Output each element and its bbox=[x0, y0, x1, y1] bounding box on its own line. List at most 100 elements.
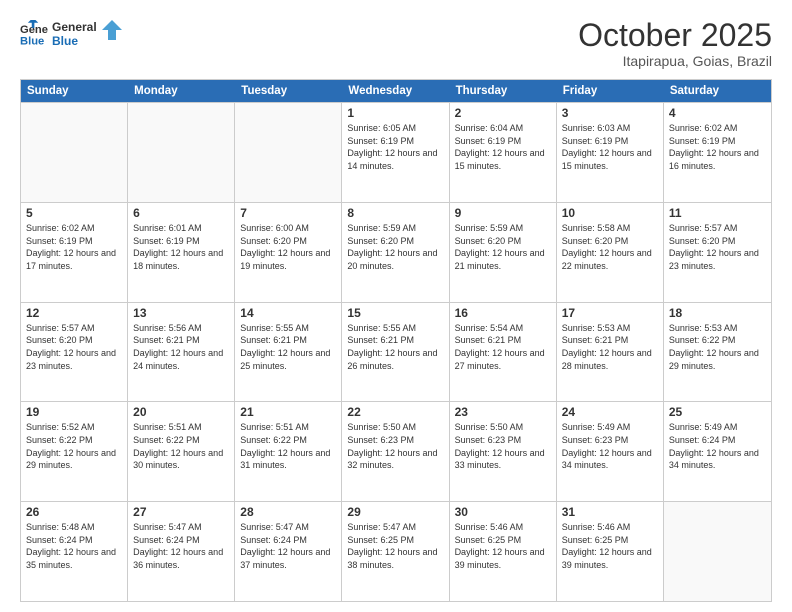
calendar-cell: 16 Sunrise: 5:54 AMSunset: 6:21 PMDayligh… bbox=[450, 303, 557, 402]
day-number: 23 bbox=[455, 405, 551, 419]
day-number: 12 bbox=[26, 306, 122, 320]
day-number: 21 bbox=[240, 405, 336, 419]
weekday-header: Monday bbox=[128, 80, 235, 102]
day-number: 10 bbox=[562, 206, 658, 220]
calendar-cell: 6Sunrise: 6:01 AMSunset: 6:19 PMDaylight… bbox=[128, 203, 235, 302]
day-number: 11 bbox=[669, 206, 766, 220]
calendar-cell: 4Sunrise: 6:02 AMSunset: 6:19 PMDaylight… bbox=[664, 103, 771, 202]
day-number: 17 bbox=[562, 306, 658, 320]
day-number: 9 bbox=[455, 206, 551, 220]
calendar-row: 1 Sunrise: 6:05 AMSunset: 6:19 PMDaylight… bbox=[21, 102, 771, 202]
location: Itapirapua, Goias, Brazil bbox=[578, 53, 772, 69]
day-info: Sunrise: 5:54 AMSunset: 6:21 PMDaylight:… bbox=[455, 322, 551, 372]
day-info: Sunrise: 5:46 AMSunset: 6:25 PMDaylight:… bbox=[562, 521, 658, 571]
calendar-cell: 27 Sunrise: 5:47 AMSunset: 6:24 PMDayligh… bbox=[128, 502, 235, 601]
day-info: Sunrise: 5:50 AMSunset: 6:23 PMDaylight:… bbox=[347, 421, 443, 471]
calendar-cell: 15 Sunrise: 5:55 AMSunset: 6:21 PMDayligh… bbox=[342, 303, 449, 402]
day-number: 20 bbox=[133, 405, 229, 419]
day-info: Sunrise: 5:56 AMSunset: 6:21 PMDaylight:… bbox=[133, 322, 229, 372]
day-number: 27 bbox=[133, 505, 229, 519]
calendar-row: 26 Sunrise: 5:48 AMSunset: 6:24 PMDayligh… bbox=[21, 501, 771, 601]
day-number: 16 bbox=[455, 306, 551, 320]
calendar-cell bbox=[235, 103, 342, 202]
weekday-header: Sunday bbox=[21, 80, 128, 102]
title-block: October 2025 Itapirapua, Goias, Brazil bbox=[578, 18, 772, 69]
calendar-cell: 23 Sunrise: 5:50 AMSunset: 6:23 PMDayligh… bbox=[450, 402, 557, 501]
day-number: 14 bbox=[240, 306, 336, 320]
calendar-cell: 19 Sunrise: 5:52 AMSunset: 6:22 PMDayligh… bbox=[21, 402, 128, 501]
logo: General Blue General Blue bbox=[20, 18, 124, 50]
calendar-cell: 28Sunrise: 5:47 AMSunset: 6:24 PMDayligh… bbox=[235, 502, 342, 601]
calendar-cell: 29 Sunrise: 5:47 AMSunset: 6:25 PMDayligh… bbox=[342, 502, 449, 601]
day-number: 31 bbox=[562, 505, 658, 519]
day-number: 15 bbox=[347, 306, 443, 320]
day-info: Sunrise: 5:53 AMSunset: 6:21 PMDaylight:… bbox=[562, 322, 658, 372]
calendar-cell: 24Sunrise: 5:49 AMSunset: 6:23 PMDayligh… bbox=[557, 402, 664, 501]
day-number: 4 bbox=[669, 106, 766, 120]
day-number: 5 bbox=[26, 206, 122, 220]
calendar-cell: 3 Sunrise: 6:03 AMSunset: 6:19 PMDaylight… bbox=[557, 103, 664, 202]
svg-text:Blue: Blue bbox=[52, 34, 78, 48]
day-info: Sunrise: 5:58 AMSunset: 6:20 PMDaylight:… bbox=[562, 222, 658, 272]
weekday-header: Tuesday bbox=[235, 80, 342, 102]
calendar-cell: 12 Sunrise: 5:57 AMSunset: 6:20 PMDayligh… bbox=[21, 303, 128, 402]
day-number: 26 bbox=[26, 505, 122, 519]
svg-text:General: General bbox=[52, 20, 97, 34]
calendar-cell: 31 Sunrise: 5:46 AMSunset: 6:25 PMDayligh… bbox=[557, 502, 664, 601]
weekday-header: Wednesday bbox=[342, 80, 449, 102]
day-info: Sunrise: 6:05 AMSunset: 6:19 PMDaylight:… bbox=[347, 122, 443, 172]
logo-icon: General Blue bbox=[20, 20, 48, 48]
day-info: Sunrise: 5:57 AMSunset: 6:20 PMDaylight:… bbox=[26, 322, 122, 372]
day-info: Sunrise: 6:02 AMSunset: 6:19 PMDaylight:… bbox=[26, 222, 122, 272]
calendar-cell: 30Sunrise: 5:46 AMSunset: 6:25 PMDayligh… bbox=[450, 502, 557, 601]
day-number: 18 bbox=[669, 306, 766, 320]
day-info: Sunrise: 5:59 AMSunset: 6:20 PMDaylight:… bbox=[455, 222, 551, 272]
weekday-header: Saturday bbox=[664, 80, 771, 102]
calendar-cell: 8Sunrise: 5:59 AMSunset: 6:20 PMDaylight… bbox=[342, 203, 449, 302]
calendar-cell: 11 Sunrise: 5:57 AMSunset: 6:20 PMDayligh… bbox=[664, 203, 771, 302]
calendar-row: 5 Sunrise: 6:02 AMSunset: 6:19 PMDaylight… bbox=[21, 202, 771, 302]
calendar-cell: 7 Sunrise: 6:00 AMSunset: 6:20 PMDaylight… bbox=[235, 203, 342, 302]
day-number: 8 bbox=[347, 206, 443, 220]
calendar-cell: 14 Sunrise: 5:55 AMSunset: 6:21 PMDayligh… bbox=[235, 303, 342, 402]
day-number: 19 bbox=[26, 405, 122, 419]
day-number: 22 bbox=[347, 405, 443, 419]
calendar-header: SundayMondayTuesdayWednesdayThursdayFrid… bbox=[21, 80, 771, 102]
calendar-cell bbox=[128, 103, 235, 202]
day-info: Sunrise: 5:55 AMSunset: 6:21 PMDaylight:… bbox=[240, 322, 336, 372]
day-info: Sunrise: 5:48 AMSunset: 6:24 PMDaylight:… bbox=[26, 521, 122, 571]
day-info: Sunrise: 5:47 AMSunset: 6:25 PMDaylight:… bbox=[347, 521, 443, 571]
day-info: Sunrise: 5:55 AMSunset: 6:21 PMDaylight:… bbox=[347, 322, 443, 372]
calendar-cell: 25Sunrise: 5:49 AMSunset: 6:24 PMDayligh… bbox=[664, 402, 771, 501]
weekday-header: Thursday bbox=[450, 80, 557, 102]
day-info: Sunrise: 5:51 AMSunset: 6:22 PMDaylight:… bbox=[133, 421, 229, 471]
calendar-cell: 17 Sunrise: 5:53 AMSunset: 6:21 PMDayligh… bbox=[557, 303, 664, 402]
day-info: Sunrise: 5:50 AMSunset: 6:23 PMDaylight:… bbox=[455, 421, 551, 471]
calendar-body: 1 Sunrise: 6:05 AMSunset: 6:19 PMDaylight… bbox=[21, 102, 771, 601]
weekday-header: Friday bbox=[557, 80, 664, 102]
day-info: Sunrise: 5:47 AMSunset: 6:24 PMDaylight:… bbox=[240, 521, 336, 571]
day-info: Sunrise: 5:52 AMSunset: 6:22 PMDaylight:… bbox=[26, 421, 122, 471]
month-title: October 2025 bbox=[578, 18, 772, 53]
day-number: 2 bbox=[455, 106, 551, 120]
day-number: 29 bbox=[347, 505, 443, 519]
day-info: Sunrise: 5:57 AMSunset: 6:20 PMDaylight:… bbox=[669, 222, 766, 272]
calendar: SundayMondayTuesdayWednesdayThursdayFrid… bbox=[20, 79, 772, 602]
day-info: Sunrise: 6:00 AMSunset: 6:20 PMDaylight:… bbox=[240, 222, 336, 272]
calendar-cell: 2Sunrise: 6:04 AMSunset: 6:19 PMDaylight… bbox=[450, 103, 557, 202]
day-info: Sunrise: 5:51 AMSunset: 6:22 PMDaylight:… bbox=[240, 421, 336, 471]
day-info: Sunrise: 6:01 AMSunset: 6:19 PMDaylight:… bbox=[133, 222, 229, 272]
day-info: Sunrise: 6:03 AMSunset: 6:19 PMDaylight:… bbox=[562, 122, 658, 172]
page: General Blue General Blue October 2025 I… bbox=[0, 0, 792, 612]
day-number: 7 bbox=[240, 206, 336, 220]
day-info: Sunrise: 5:49 AMSunset: 6:23 PMDaylight:… bbox=[562, 421, 658, 471]
day-info: Sunrise: 5:47 AMSunset: 6:24 PMDaylight:… bbox=[133, 521, 229, 571]
day-number: 3 bbox=[562, 106, 658, 120]
day-number: 1 bbox=[347, 106, 443, 120]
day-info: Sunrise: 5:46 AMSunset: 6:25 PMDaylight:… bbox=[455, 521, 551, 571]
calendar-cell: 5 Sunrise: 6:02 AMSunset: 6:19 PMDaylight… bbox=[21, 203, 128, 302]
calendar-cell bbox=[664, 502, 771, 601]
calendar-row: 12 Sunrise: 5:57 AMSunset: 6:20 PMDayligh… bbox=[21, 302, 771, 402]
calendar-cell: 10 Sunrise: 5:58 AMSunset: 6:20 PMDayligh… bbox=[557, 203, 664, 302]
calendar-cell: 13Sunrise: 5:56 AMSunset: 6:21 PMDayligh… bbox=[128, 303, 235, 402]
